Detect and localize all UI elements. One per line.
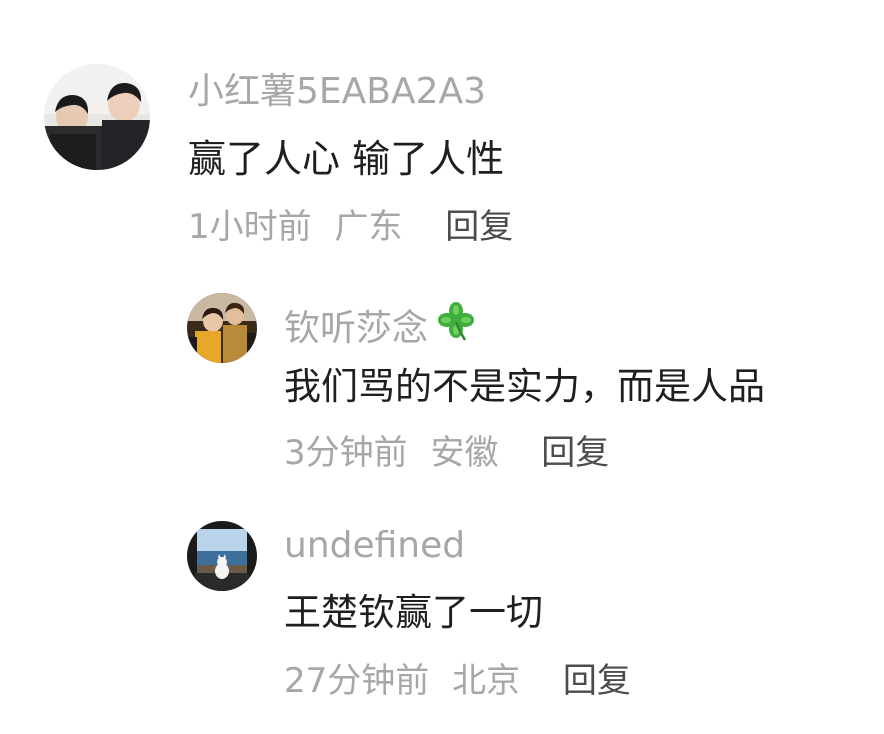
comment-thread: 小红薯5EABA2A3 赢了人心 输了人性 1小时前 广东 回复 钦听莎念 我们… xyxy=(0,0,884,734)
reply-author[interactable]: undefined xyxy=(284,528,465,564)
author-name[interactable]: 钦听莎念 xyxy=(284,308,428,349)
reply-meta: 3分钟前 安徽 回复 xyxy=(284,436,609,470)
user-avatar-photo-icon xyxy=(187,293,257,363)
comment-meta: 1小时前 广东 回复 xyxy=(188,210,513,244)
comment-author[interactable]: 小红薯5EABA2A3 xyxy=(188,74,486,110)
comment-region: 广东 xyxy=(334,207,403,247)
avatar[interactable] xyxy=(187,293,257,363)
user-avatar-cat-window-icon xyxy=(187,521,257,591)
four-leaf-clover-icon xyxy=(434,300,478,351)
reply-region: 北京 xyxy=(452,661,521,701)
reply-text: 王楚钦赢了一切 xyxy=(284,591,543,634)
author-name[interactable]: undefined xyxy=(284,525,465,566)
reply-text: 我们骂的不是实力，而是人品 xyxy=(284,365,765,408)
reply-author[interactable]: 钦听莎念 xyxy=(284,300,478,351)
reply-time: 27分钟前 xyxy=(284,661,430,701)
reply-time: 3分钟前 xyxy=(284,433,408,473)
reply-button[interactable]: 回复 xyxy=(541,433,609,473)
comment-text: 赢了人心 输了人性 xyxy=(188,137,505,181)
reply-meta: 27分钟前 北京 回复 xyxy=(284,664,631,698)
comment-time: 1小时前 xyxy=(188,207,312,247)
avatar[interactable] xyxy=(44,64,150,170)
avatar[interactable] xyxy=(187,521,257,591)
author-name[interactable]: 小红薯5EABA2A3 xyxy=(188,71,486,112)
reply-button[interactable]: 回复 xyxy=(445,207,513,247)
reply-button[interactable]: 回复 xyxy=(563,661,631,701)
user-avatar-two-people-icon xyxy=(44,64,150,170)
reply-region: 安徽 xyxy=(430,433,499,473)
